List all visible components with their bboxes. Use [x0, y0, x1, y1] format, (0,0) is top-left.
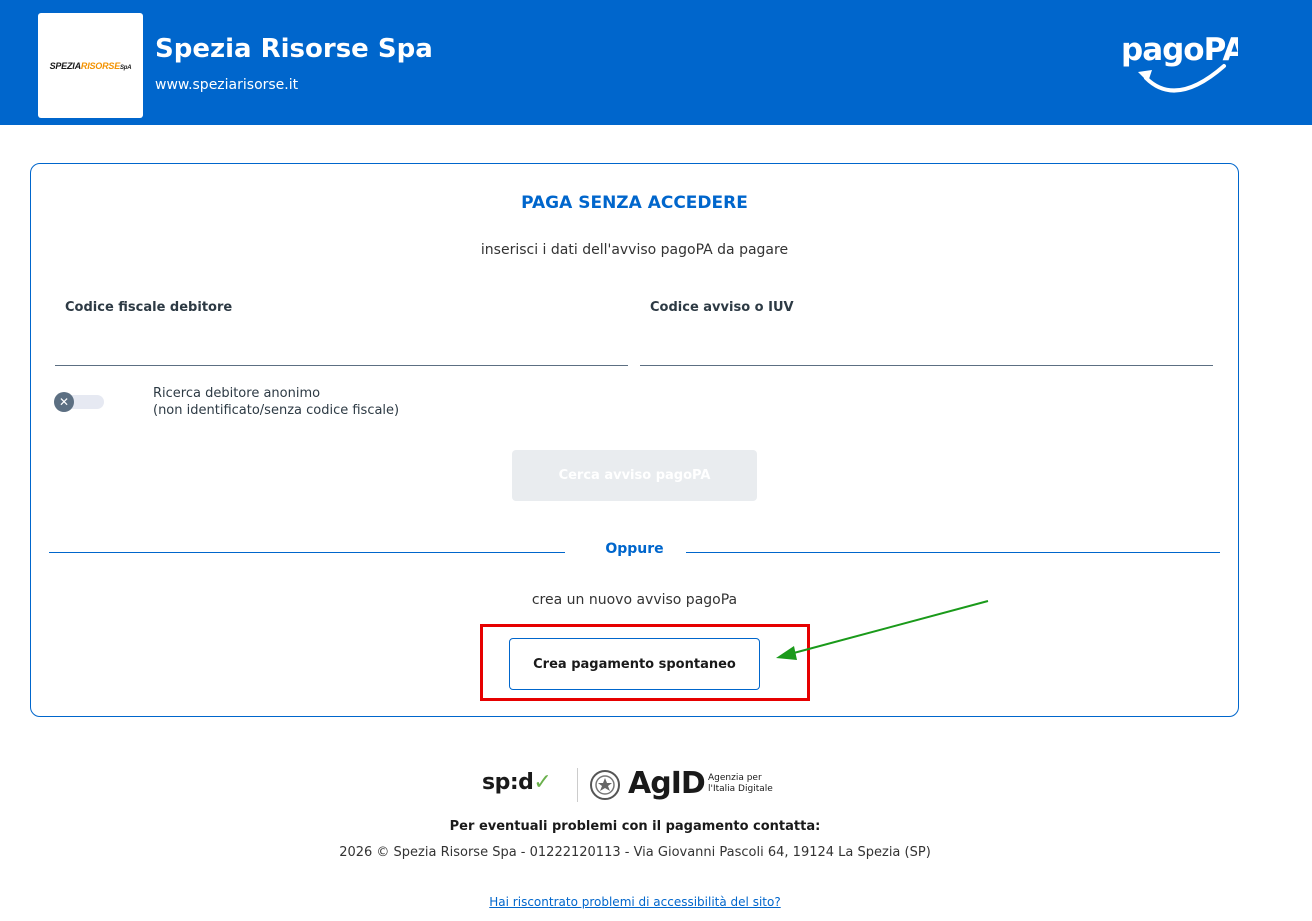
- codice-fiscale-label: Codice fiscale debitore: [65, 300, 233, 315]
- divider-right: [686, 552, 1220, 553]
- pay-without-login-card: PAGA SENZA ACCEDERE inserisci i dati del…: [30, 163, 1239, 717]
- agid-description-line1: Agenzia per: [708, 773, 762, 783]
- search-notice-button[interactable]: Cerca avviso pagoPA: [512, 450, 757, 501]
- card-subtitle: inserisci i dati dell'avviso pagoPA da p…: [480, 242, 789, 258]
- footer-logos: sp:d✓ AgID Agenzia per l'Italia Digitale: [482, 764, 792, 806]
- organization-url: www.speziarisorse.it: [155, 77, 299, 93]
- footer-company-info: 2026 © Spezia Risorse Spa - 01222120113 …: [339, 845, 931, 860]
- anonymous-debtor-label-line1: Ricerca debitore anonimo: [153, 386, 321, 401]
- logo-separator: [577, 768, 578, 802]
- accessibility-link[interactable]: Hai riscontrato problemi di accessibilit…: [0, 895, 1270, 909]
- agid-description: Agenzia per l'Italia Digitale: [708, 773, 773, 795]
- organization-title: Spezia Risorse Spa: [155, 34, 433, 64]
- divider-label: Oppure: [605, 541, 664, 557]
- spid-logo[interactable]: sp:d✓: [482, 770, 552, 795]
- anonymous-debtor-label: Ricerca debitore anonimo (non identifica…: [153, 385, 399, 419]
- organization-logo[interactable]: SPEZIARISORSESpA: [38, 13, 143, 118]
- codice-avviso-input[interactable]: [640, 332, 1213, 366]
- codice-avviso-label: Codice avviso o IUV: [650, 300, 794, 315]
- anonymous-debtor-label-line2: (non identificato/senza codice fiscale): [153, 403, 400, 418]
- create-notice-text: crea un nuovo avviso pagoPa: [531, 592, 738, 608]
- italian-republic-emblem-icon: [590, 770, 620, 800]
- card-title: PAGA SENZA ACCEDERE: [521, 193, 748, 213]
- pagopa-logo[interactable]: pagoPA: [1118, 22, 1238, 102]
- footer-contact-label: Per eventuali problemi con il pagamento …: [449, 819, 821, 834]
- codice-fiscale-input[interactable]: [55, 332, 628, 366]
- organization-logo-text: SPEZIARISORSESpA: [49, 60, 132, 71]
- page-header: SPEZIARISORSESpA Spezia Risorse Spa www.…: [0, 0, 1312, 125]
- anonymous-debtor-toggle[interactable]: ✕: [54, 392, 106, 412]
- pagopa-logo-text: pagoPA: [1121, 32, 1238, 68]
- agid-logo[interactable]: AgID: [628, 766, 706, 801]
- close-icon: ✕: [54, 392, 74, 412]
- spid-logo-text: sp:d: [482, 770, 534, 795]
- agid-description-line2: l'Italia Digitale: [708, 784, 773, 794]
- check-icon: ✓: [533, 770, 552, 795]
- create-spontaneous-payment-button[interactable]: Crea pagamento spontaneo: [509, 638, 760, 690]
